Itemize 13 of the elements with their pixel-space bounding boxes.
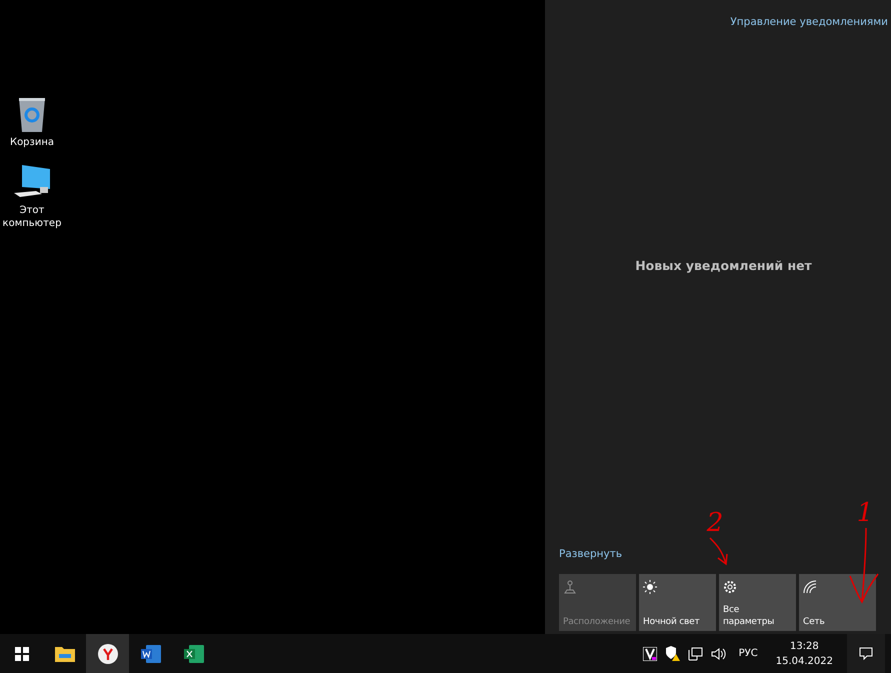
quick-action-tile[interactable]: Ночной свет (639, 574, 716, 631)
quick-action-tile[interactable]: Сеть (799, 574, 876, 631)
handwritten-annotation: 2 (706, 510, 724, 536)
desktop-icon-label: Этот компьютер (2, 204, 62, 230)
manage-notifications-link[interactable]: Управление уведомлениями (730, 16, 888, 28)
expand-link[interactable]: Развернуть (559, 548, 888, 560)
clock-time[interactable]: 13:28 (790, 638, 819, 654)
language-indicator[interactable]: РУС (738, 648, 758, 659)
empty-notifications-message: Новых уведомлений нет (635, 258, 812, 273)
desktop-icon-label: Корзина (8, 136, 56, 149)
clock-date[interactable]: 15.04.2022 (776, 654, 833, 668)
handwritten-annotation: 1 (856, 500, 874, 526)
quick-action-tile[interactable]: Все параметры (719, 574, 796, 631)
